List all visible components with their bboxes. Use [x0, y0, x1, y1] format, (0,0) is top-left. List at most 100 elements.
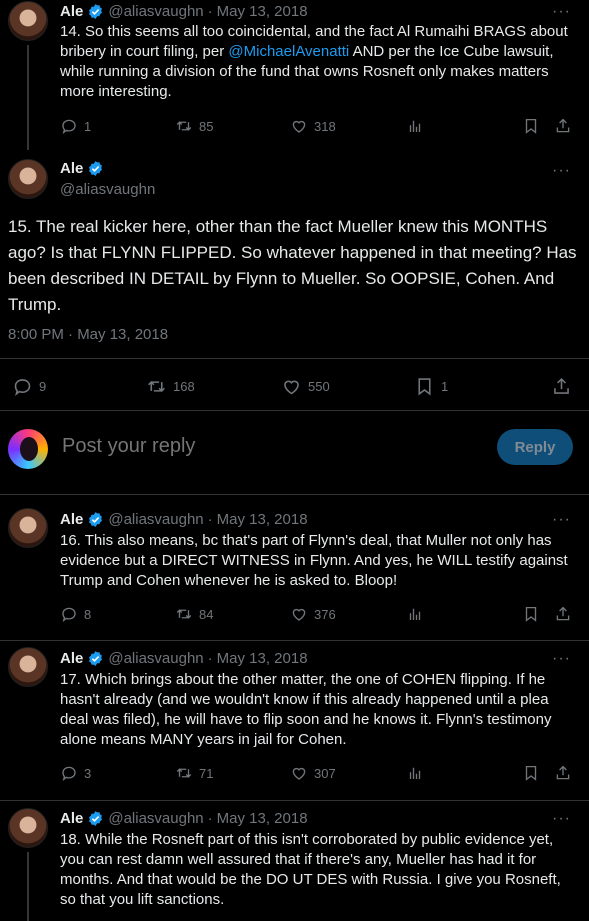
- tweet-header: Ale @aliasvaughn · May 13, 2018: [60, 650, 308, 667]
- reply-count: 8: [84, 606, 92, 622]
- tweet-header: Ale @aliasvaughn · May 13, 2018: [60, 3, 308, 20]
- bookmark-icon: [522, 117, 540, 135]
- tweet-header: Ale @aliasvaughn · May 13, 2018: [60, 511, 308, 528]
- tweet-header: Ale @aliasvaughn · May 13, 2018: [60, 810, 308, 827]
- tweet-date[interactable]: May 13, 2018: [217, 3, 308, 20]
- action-bar: 3 71 307: [60, 764, 575, 784]
- thread-line: [27, 852, 29, 921]
- reply-count: 3: [84, 765, 92, 781]
- tweet-date[interactable]: May 13, 2018: [217, 650, 308, 667]
- more-options-icon[interactable]: ···: [552, 3, 571, 21]
- share-button[interactable]: [554, 117, 572, 135]
- share-button[interactable]: [554, 764, 572, 782]
- like-count: 318: [314, 118, 336, 134]
- bookmark-button[interactable]: [522, 764, 540, 782]
- author-name[interactable]: Ale: [60, 3, 83, 20]
- tweet-text: 17. Which brings about the other matter,…: [60, 671, 552, 748]
- like-button[interactable]: 318: [290, 117, 336, 135]
- retweet-button[interactable]: 84: [175, 605, 213, 623]
- like-button[interactable]: 550: [281, 376, 330, 397]
- analytics-button[interactable]: [406, 117, 424, 135]
- author-name[interactable]: Ale: [60, 650, 83, 667]
- stats-icon: [406, 605, 424, 623]
- mention-link[interactable]: @MichaelAvenatti: [228, 43, 349, 60]
- retweet-count: 168: [173, 379, 195, 394]
- reply-button[interactable]: 3: [60, 764, 91, 782]
- reply-composer: Reply: [0, 425, 589, 475]
- retweet-count: 85: [199, 118, 214, 134]
- reply-input[interactable]: [62, 435, 442, 458]
- share-icon: [554, 117, 572, 135]
- retweet-button[interactable]: 168: [146, 376, 195, 397]
- bookmark-button[interactable]: [522, 117, 540, 135]
- analytics-button[interactable]: [406, 764, 424, 782]
- reply-button[interactable]: 9: [12, 376, 46, 397]
- author-handle[interactable]: @aliasvaughn: [108, 3, 203, 20]
- heart-icon: [290, 117, 308, 135]
- bookmark-icon: [522, 764, 540, 782]
- reply-icon: [60, 117, 78, 135]
- reply-submit-button[interactable]: Reply: [497, 429, 573, 465]
- bookmark-count: 1: [441, 379, 449, 394]
- tweet-timestamp[interactable]: 8:00 PM · May 13, 2018: [8, 326, 168, 343]
- author-handle[interactable]: @aliasvaughn: [60, 181, 155, 198]
- more-options-icon[interactable]: ···: [552, 511, 571, 529]
- tweet-date[interactable]: May 13, 2018: [217, 511, 308, 528]
- avatar[interactable]: [8, 508, 48, 548]
- tweet-text: 18. While the Rosneft part of this isn't…: [60, 831, 561, 908]
- analytics-button[interactable]: [406, 605, 424, 623]
- retweet-button[interactable]: 71: [175, 764, 213, 782]
- like-button[interactable]: 376: [290, 605, 336, 623]
- avatar[interactable]: [8, 1, 48, 41]
- retweet-icon: [175, 117, 193, 135]
- verified-icon: [87, 3, 104, 20]
- bookmark-button[interactable]: 1: [414, 376, 448, 397]
- reply-icon: [60, 605, 78, 623]
- author-name[interactable]: Ale: [60, 810, 83, 827]
- tweet-14[interactable]: Ale @aliasvaughn · May 13, 2018 ··· 14. …: [0, 0, 589, 150]
- tweet-16[interactable]: Ale @aliasvaughn · May 13, 2018 ··· 16. …: [0, 504, 589, 640]
- share-button[interactable]: [554, 605, 572, 623]
- author-handle[interactable]: @aliasvaughn: [108, 511, 203, 528]
- verified-icon: [87, 511, 104, 528]
- retweet-count: 71: [199, 765, 214, 781]
- separator: ·: [207, 511, 213, 528]
- share-button[interactable]: [551, 376, 572, 397]
- reply-button[interactable]: 1: [60, 117, 91, 135]
- heart-icon: [290, 605, 308, 623]
- author-name[interactable]: Ale: [60, 160, 83, 177]
- author-name-row: Ale: [60, 160, 104, 177]
- like-count: 376: [314, 606, 336, 622]
- more-options-icon[interactable]: ···: [552, 162, 571, 180]
- action-bar: 1 85 318: [60, 117, 575, 137]
- retweet-button[interactable]: 85: [175, 117, 213, 135]
- avatar[interactable]: [8, 808, 48, 848]
- author-name[interactable]: Ale: [60, 511, 83, 528]
- tweet-18[interactable]: Ale @aliasvaughn · May 13, 2018 ··· 18. …: [0, 804, 589, 921]
- heart-icon: [290, 764, 308, 782]
- more-options-icon[interactable]: ···: [552, 810, 571, 828]
- author-handle[interactable]: @aliasvaughn: [108, 810, 203, 827]
- reply-button[interactable]: 8: [60, 605, 91, 623]
- share-icon: [551, 376, 572, 397]
- verified-icon: [87, 160, 104, 177]
- tweet-17[interactable]: Ale @aliasvaughn · May 13, 2018 ··· 17. …: [0, 643, 589, 800]
- tweet-text: 16. This also means, bc that's part of F…: [60, 532, 568, 589]
- verified-icon: [87, 810, 104, 827]
- like-count: 550: [308, 379, 330, 394]
- tweet-date[interactable]: May 13, 2018: [217, 810, 308, 827]
- divider: [0, 640, 589, 641]
- share-icon: [554, 605, 572, 623]
- bookmark-button[interactable]: [522, 605, 540, 623]
- reply-icon: [12, 376, 33, 397]
- reply-count: 1: [84, 118, 92, 134]
- avatar[interactable]: [8, 647, 48, 687]
- separator: ·: [207, 3, 213, 20]
- like-count: 307: [314, 765, 336, 781]
- like-button[interactable]: 307: [290, 764, 336, 782]
- avatar[interactable]: [8, 159, 48, 199]
- share-icon: [554, 764, 572, 782]
- more-options-icon[interactable]: ···: [552, 650, 571, 668]
- author-handle[interactable]: @aliasvaughn: [108, 650, 203, 667]
- current-user-avatar[interactable]: [8, 429, 48, 469]
